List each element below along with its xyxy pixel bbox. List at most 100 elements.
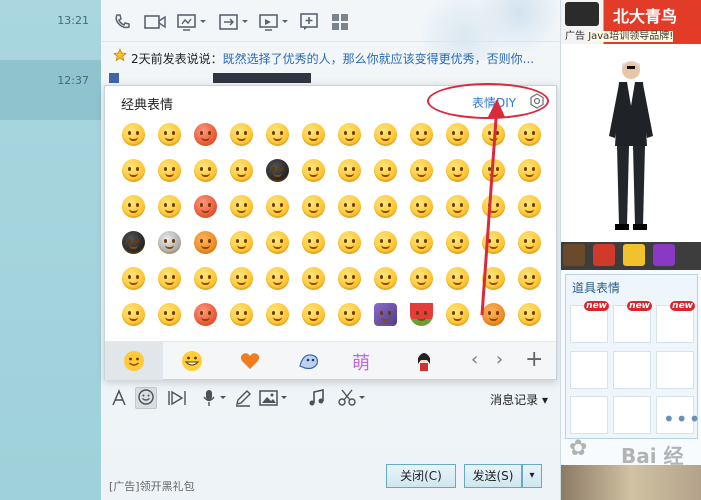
emoji-cell[interactable]: [187, 152, 223, 188]
pen-icon[interactable]: [234, 389, 252, 411]
tab-classic[interactable]: [105, 342, 163, 380]
emoji-cell[interactable]: [367, 116, 403, 152]
message-history-button[interactable]: 消息记录 ▾: [490, 391, 548, 408]
emoji-cell[interactable]: [115, 152, 151, 188]
emoji-cell[interactable]: [295, 188, 331, 224]
emoji-cell[interactable]: [259, 224, 295, 260]
grid-apps-icon[interactable]: [331, 13, 349, 31]
tab-heart[interactable]: [221, 342, 279, 380]
emoji-cell[interactable]: [331, 224, 367, 260]
emoji-cell[interactable]: [223, 116, 259, 152]
emoji-cell[interactable]: [295, 116, 331, 152]
emoji-cell[interactable]: [295, 224, 331, 260]
present-icon[interactable]: [593, 244, 615, 266]
emoji-cell[interactable]: [367, 188, 403, 224]
tab-girl[interactable]: [395, 342, 453, 380]
send-options-button[interactable]: ▾: [522, 464, 542, 488]
emoji-cell[interactable]: [187, 260, 223, 296]
tab-scroll-arrows[interactable]: ‹ ›: [471, 349, 509, 370]
emoji-cell[interactable]: [187, 224, 223, 260]
emoji-cell[interactable]: [259, 188, 295, 224]
emoji-cell[interactable]: [259, 296, 295, 332]
music-icon[interactable]: [308, 389, 326, 411]
emoji-cell[interactable]: [331, 260, 367, 296]
file-transfer-icon[interactable]: [219, 13, 249, 31]
emoji-cell[interactable]: [331, 152, 367, 188]
emoji-cell[interactable]: [367, 152, 403, 188]
tab-doodle[interactable]: [279, 342, 337, 380]
emoji-cell[interactable]: [151, 296, 187, 332]
emoji-icon[interactable]: [135, 387, 157, 409]
emoji-cell[interactable]: [187, 188, 223, 224]
prop-bottle[interactable]: [613, 396, 651, 434]
emoji-cell[interactable]: [151, 188, 187, 224]
emoji-cell[interactable]: [151, 260, 187, 296]
emoji-cell[interactable]: [223, 224, 259, 260]
avatar-show[interactable]: [561, 44, 701, 242]
emoji-cell[interactable]: [403, 296, 439, 332]
add-emoji-button[interactable]: +: [525, 347, 543, 372]
image-icon[interactable]: [259, 389, 289, 411]
remote-desktop-icon[interactable]: [259, 13, 289, 31]
emoji-cell[interactable]: [295, 296, 331, 332]
emoji-cell[interactable]: [187, 296, 223, 332]
sticker-icon[interactable]: [167, 389, 187, 411]
voice-icon[interactable]: [201, 389, 229, 411]
emoji-cell[interactable]: [115, 116, 151, 152]
prop-scroll[interactable]: new: [570, 301, 609, 343]
prop-face[interactable]: new: [656, 301, 695, 343]
prop-bag[interactable]: [613, 351, 651, 389]
send-button[interactable]: 发送(S): [464, 464, 522, 488]
emoji-cell[interactable]: [151, 152, 187, 188]
screen-share-icon[interactable]: [177, 13, 207, 31]
scissors-icon[interactable]: [338, 389, 368, 411]
session-item[interactable]: 13:21: [0, 0, 101, 60]
emoji-cell[interactable]: [115, 188, 151, 224]
emoji-cell[interactable]: [295, 152, 331, 188]
pk-icon[interactable]: [653, 244, 675, 266]
prop-creature[interactable]: [656, 351, 694, 389]
add-app-icon[interactable]: [300, 13, 320, 31]
emoji-cell[interactable]: [187, 116, 223, 152]
emoji-cell[interactable]: [403, 152, 439, 188]
more-props-button[interactable]: •••: [656, 396, 700, 434]
notice-link[interactable]: 既然选择了优秀的人，那么你就应该变得更优秀，否则你...: [223, 52, 534, 66]
emoji-cell[interactable]: [331, 116, 367, 152]
emoji-cell[interactable]: [115, 296, 151, 332]
emoji-cell[interactable]: [259, 116, 295, 152]
emoji-cell[interactable]: [331, 296, 367, 332]
prop-snowflake[interactable]: [570, 396, 608, 434]
emoji-cell[interactable]: [223, 296, 259, 332]
emoji-cell[interactable]: [403, 188, 439, 224]
prop-ribbon[interactable]: new: [613, 301, 652, 343]
emoji-cell[interactable]: [403, 116, 439, 152]
emoji-cell[interactable]: [367, 224, 403, 260]
emoji-cell[interactable]: [259, 260, 295, 296]
video-icon[interactable]: [144, 13, 166, 31]
emoji-cell[interactable]: [115, 224, 151, 260]
emoji-cell[interactable]: [151, 224, 187, 260]
emoji-cell[interactable]: [295, 260, 331, 296]
footer-ad-text[interactable]: [广告]领开黑礼包: [109, 478, 195, 494]
emoji-cell[interactable]: [403, 260, 439, 296]
phone-icon[interactable]: [113, 13, 131, 31]
emoji-cell[interactable]: [151, 116, 187, 152]
ad-banner[interactable]: 北大青鸟 广告 Java培训领导品牌!: [561, 0, 701, 44]
prop-stick[interactable]: [570, 351, 608, 389]
session-item-selected[interactable]: 12:37: [0, 60, 101, 120]
tab-emoji[interactable]: [163, 342, 221, 380]
font-icon[interactable]: [111, 389, 127, 411]
emoji-cell[interactable]: [403, 224, 439, 260]
emoji-cell[interactable]: [115, 260, 151, 296]
close-button[interactable]: 关闭(C): [386, 464, 456, 488]
tab-moe[interactable]: 萌: [337, 342, 395, 380]
emoji-cell[interactable]: [223, 260, 259, 296]
emoji-cell[interactable]: [223, 188, 259, 224]
emoji-cell[interactable]: [223, 152, 259, 188]
emoji-cell[interactable]: [331, 188, 367, 224]
emoji-cell[interactable]: [259, 152, 295, 188]
emoji-cell[interactable]: [367, 260, 403, 296]
gift-icon[interactable]: [563, 244, 585, 266]
owl-icon[interactable]: [623, 244, 645, 266]
emoji-cell[interactable]: [367, 296, 403, 332]
